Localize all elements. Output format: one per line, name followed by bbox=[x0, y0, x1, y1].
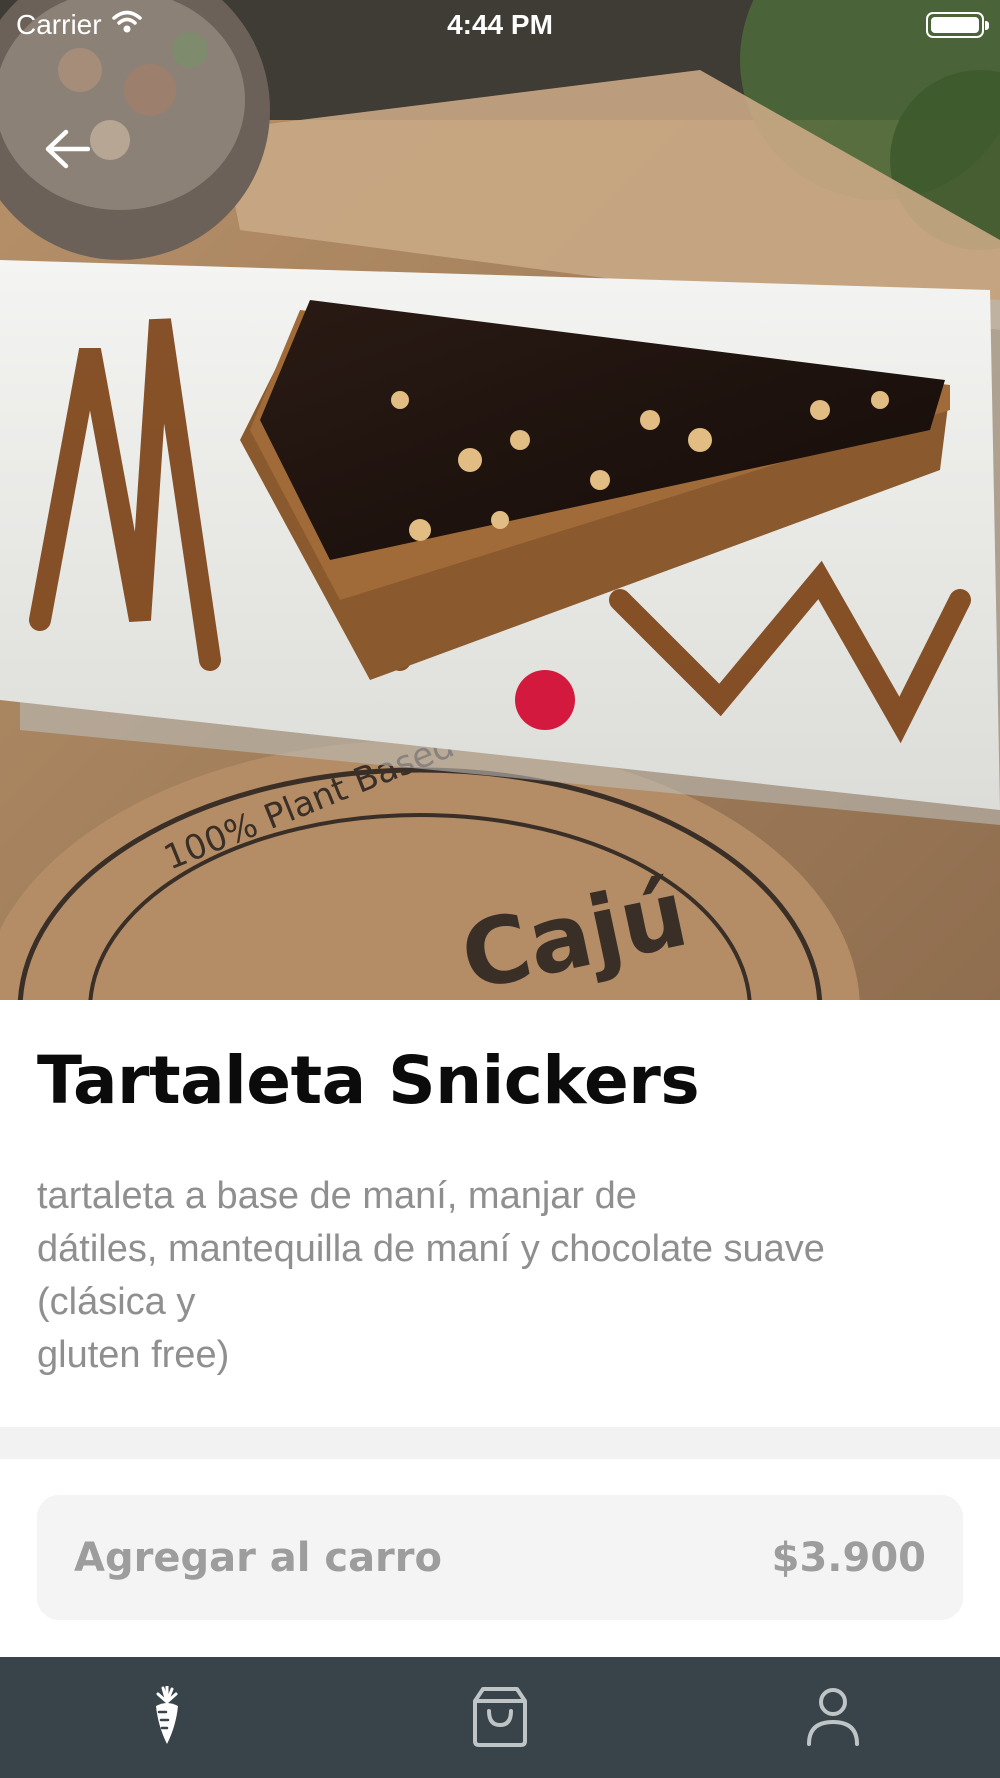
product-title: Tartaleta Snickers bbox=[37, 1042, 700, 1119]
shopping-bag-icon bbox=[471, 1685, 529, 1751]
add-to-cart-button[interactable]: Agregar al carro $3.900 bbox=[37, 1495, 963, 1620]
battery-icon bbox=[926, 12, 989, 38]
back-button[interactable] bbox=[34, 118, 100, 184]
status-time: 4:44 PM bbox=[447, 9, 553, 40]
product-details: Tartaleta Snickers tartaleta a base de m… bbox=[0, 1000, 1000, 1427]
bottom-tab-bar bbox=[0, 1657, 1000, 1778]
cart-area: Agregar al carro $3.900 bbox=[0, 1459, 1000, 1657]
tab-profile[interactable] bbox=[667, 1657, 1000, 1778]
section-separator bbox=[0, 1427, 1000, 1459]
product-description: tartaleta a base de maní, manjar de dáti… bbox=[37, 1175, 825, 1376]
price-label: $3.900 bbox=[771, 1534, 926, 1581]
carrot-icon bbox=[150, 1684, 184, 1750]
product-photo: 100% Plant Based Cajú bbox=[0, 0, 1000, 1000]
status-bar: Carrier 4:44 PM bbox=[0, 0, 1000, 50]
arrow-left-icon bbox=[44, 129, 91, 173]
user-icon bbox=[805, 1686, 861, 1750]
tab-menu[interactable] bbox=[0, 1657, 333, 1778]
tab-cart[interactable] bbox=[333, 1657, 666, 1778]
add-to-cart-label: Agregar al carro bbox=[74, 1534, 442, 1581]
